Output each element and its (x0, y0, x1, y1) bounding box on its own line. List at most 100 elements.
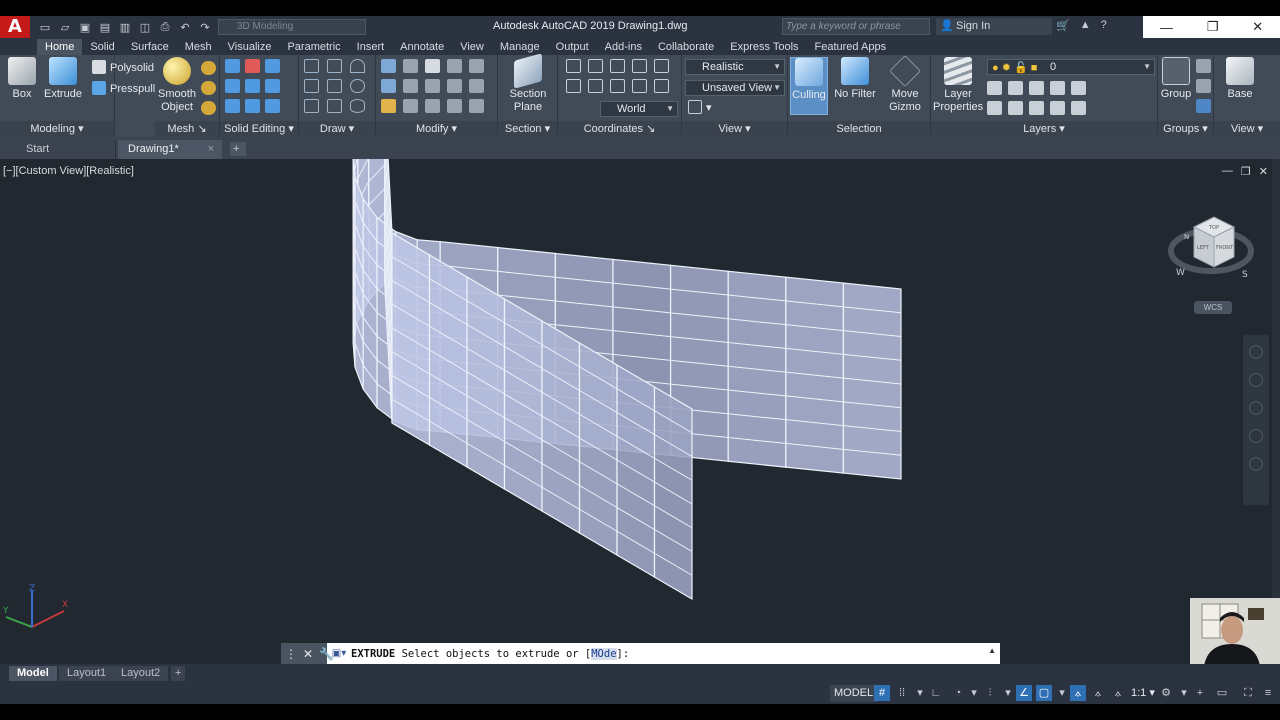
web-mobile-icon[interactable]: ◫ (136, 19, 154, 35)
tab-surface[interactable]: Surface (123, 39, 177, 55)
mirror-icon[interactable] (381, 59, 396, 73)
layer-tool-icon[interactable] (1029, 81, 1044, 95)
close-icon[interactable]: ✕ (1259, 165, 1268, 178)
chevron-down-icon[interactable]: ▾ (966, 685, 982, 701)
polysolid-button[interactable]: Polysolid (92, 60, 154, 76)
rectangle-icon[interactable] (327, 99, 342, 113)
compass-south[interactable]: S (1242, 270, 1248, 280)
new-layout-button[interactable]: + (171, 666, 186, 681)
extruded-surface[interactable] (0, 159, 1280, 664)
help-icon[interactable]: ? (1101, 19, 1107, 32)
ucs-view-icon[interactable] (566, 79, 581, 93)
workspace-dropdown[interactable]: 3D Modeling (218, 19, 366, 35)
layer-tool-icon[interactable] (1050, 81, 1065, 95)
tab-mesh[interactable]: Mesh (177, 39, 220, 55)
layer-tool-icon[interactable] (1008, 101, 1023, 115)
panel-title-layers[interactable]: Layers ▾ (931, 121, 1157, 137)
close-icon[interactable]: × (208, 140, 214, 159)
ucs-3point-icon[interactable] (632, 79, 647, 93)
join-icon[interactable] (469, 99, 484, 113)
object-snap-icon[interactable]: ▢ (1036, 685, 1052, 701)
exchange-icon[interactable]: ▲ (1080, 19, 1091, 32)
viewcube-top-label[interactable]: TOP (1208, 225, 1219, 231)
annotation-visibility-icon[interactable]: ⟑ (1070, 685, 1086, 701)
mesh-tool-icon[interactable] (201, 101, 216, 115)
tab-view[interactable]: View (452, 39, 492, 55)
tab-output[interactable]: Output (548, 39, 597, 55)
panel-title-view[interactable]: View ▾ (682, 121, 787, 137)
cart-icon[interactable]: 🛒 (1056, 19, 1070, 32)
layer-tool-icon[interactable] (1071, 101, 1086, 115)
drawing-viewport[interactable]: [−][Custom View][Realistic] — ❐ ✕ TOP LE… (0, 159, 1280, 664)
tab-layout2[interactable]: Layout2 (113, 666, 169, 681)
separate-icon[interactable] (265, 99, 280, 113)
tab-start[interactable]: Start (16, 140, 116, 159)
stretch-icon[interactable] (447, 79, 462, 93)
extrude-button[interactable]: Extrude (41, 57, 85, 101)
auto-scale-icon[interactable]: ⟑ (1090, 685, 1106, 701)
subtract-icon[interactable] (245, 59, 260, 73)
minimize-icon[interactable]: — (1160, 20, 1173, 35)
redo-icon[interactable]: ↷ (196, 19, 214, 35)
viewport-config-button[interactable]: ▾ (688, 100, 712, 116)
isodraft-icon[interactable]: ⫶ (982, 685, 998, 701)
layer-tool-icon[interactable] (1029, 101, 1044, 115)
panel-title-solid-editing[interactable]: Solid Editing ▾ (220, 121, 298, 137)
fillet-icon[interactable] (469, 79, 484, 93)
box-button[interactable]: Box (0, 57, 44, 101)
object-snap-tracking-icon[interactable]: ∠ (1016, 685, 1032, 701)
align-icon[interactable] (381, 79, 396, 93)
open-folder-icon[interactable]: ▱ (56, 19, 74, 35)
save-icon[interactable]: ▣ (76, 19, 94, 35)
tab-visualize[interactable]: Visualize (220, 39, 280, 55)
customize-icon[interactable]: ≡ (1260, 685, 1276, 701)
polar-tracking-icon[interactable]: ◔ (950, 685, 966, 701)
panel-title-groups[interactable]: Groups ▾ (1158, 121, 1213, 137)
ucs-previous-icon[interactable] (610, 59, 625, 73)
fullscreen-icon[interactable]: ⛶ (1240, 685, 1256, 701)
base-view-button[interactable]: Base (1218, 57, 1262, 101)
move-icon[interactable] (425, 59, 440, 73)
ucs-object-icon[interactable] (654, 59, 669, 73)
3d-rotate-icon[interactable] (403, 79, 418, 93)
compass-north[interactable]: N (1184, 233, 1189, 241)
search-input[interactable]: Type a keyword or phrase (782, 18, 930, 35)
tab-drawing1[interactable]: Drawing1* × (118, 140, 222, 159)
viewcube-front-label[interactable]: FRONT (1216, 245, 1234, 251)
chevron-down-icon[interactable]: ▾ (1054, 685, 1070, 701)
tab-model[interactable]: Model (9, 666, 57, 681)
polygon-icon[interactable] (304, 99, 319, 113)
3d-move-icon[interactable] (403, 59, 418, 73)
zoom-icon[interactable] (1249, 401, 1263, 415)
mesh-tool-icon[interactable] (201, 81, 216, 95)
mesh-tool-icon[interactable] (201, 61, 216, 75)
panel-title-coordinates[interactable]: Coordinates ↘ (558, 121, 681, 137)
command-option-mode[interactable]: MOde (591, 647, 617, 660)
circle-icon[interactable] (350, 79, 365, 93)
named-view-dropdown[interactable]: Unsaved View ▼ (685, 80, 785, 96)
smooth-object-button[interactable]: Smooth Object (155, 57, 199, 114)
thicken-icon[interactable] (245, 79, 260, 93)
orbit-icon[interactable] (1249, 429, 1263, 443)
plus-icon[interactable]: + (1192, 685, 1208, 701)
gear-icon[interactable]: ⚙ (1158, 685, 1174, 701)
chevron-down-icon[interactable]: ▾ (1176, 685, 1192, 701)
layer-tool-icon[interactable] (1071, 81, 1086, 95)
tab-insert[interactable]: Insert (349, 39, 393, 55)
panel-title-section[interactable]: Section ▾ (498, 121, 557, 137)
culling-button[interactable]: Culling (790, 57, 828, 115)
line-icon[interactable] (304, 59, 319, 73)
command-line[interactable]: ⋮ ✕ 🔧 ▣▾ EXTRUDE Select objects to extru… (281, 643, 1000, 664)
array-icon[interactable] (447, 59, 462, 73)
close-icon[interactable]: ✕ (303, 647, 313, 661)
grid-icon[interactable]: # (874, 685, 890, 701)
imprint-icon[interactable] (245, 99, 260, 113)
upload-icon[interactable]: ▥ (116, 19, 134, 35)
rotate-icon[interactable] (425, 79, 440, 93)
ucs-z-axis-icon[interactable] (610, 79, 625, 93)
viewport-scrollbar[interactable] (1272, 159, 1280, 664)
extract-edges-icon[interactable] (265, 79, 280, 93)
steering-wheel-icon[interactable] (1249, 345, 1263, 359)
ungroup-icon[interactable] (1196, 59, 1211, 73)
layer-tool-icon[interactable] (1008, 81, 1023, 95)
